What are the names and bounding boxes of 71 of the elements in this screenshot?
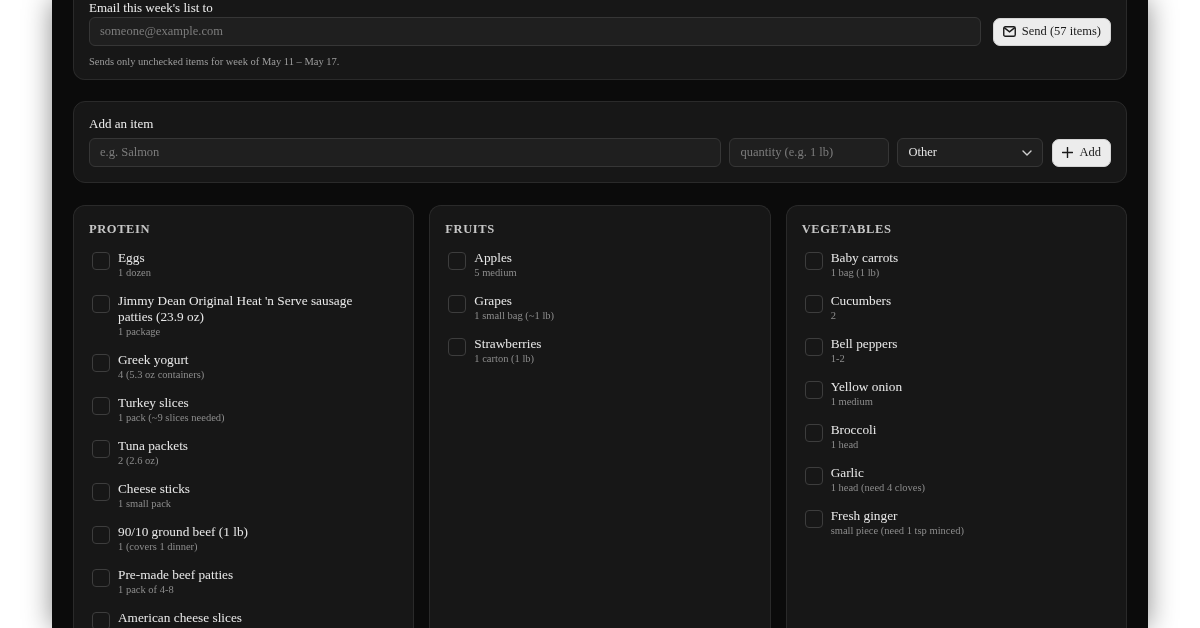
category-title: VEGETABLES	[801, 222, 892, 237]
checkbox[interactable]	[92, 295, 110, 313]
category-title: FRUITS	[445, 222, 495, 237]
checkbox[interactable]	[804, 338, 823, 356]
item-quantity: 1 medium	[830, 395, 873, 408]
checkbox[interactable]	[92, 612, 110, 628]
checkbox[interactable]	[92, 397, 110, 415]
envelope-icon	[1002, 26, 1016, 37]
item-name: Bell peppers	[830, 336, 898, 352]
checkbox[interactable]	[448, 252, 467, 270]
item-quantity: 1 bag (1 lb)	[830, 266, 880, 279]
item-name-field[interactable]: e.g. Salmon	[89, 138, 722, 167]
item-name: Jimmy Dean Original Heat 'n Serve sausage patties (23.9 oz)	[118, 293, 354, 325]
item-name: Tuna packets	[118, 438, 189, 454]
checkbox[interactable]	[92, 252, 110, 270]
item-name: Greek yogurt	[118, 352, 189, 368]
item-quantity: 1 pack (~9 slices needed)	[118, 411, 225, 424]
email-field[interactable]: someone@example.com	[89, 17, 981, 46]
email-label: Email this week's list to	[89, 0, 213, 16]
item-quantity: 1 dozen	[118, 266, 151, 279]
item-name: Turkey slices	[118, 395, 189, 411]
item-name: Cucumbers	[830, 293, 892, 309]
add-button[interactable]: Add	[1052, 138, 1111, 167]
add-item-label: Add an item	[89, 116, 154, 132]
item-quantity: 5 medium	[474, 266, 517, 279]
checkbox[interactable]	[804, 510, 823, 528]
checkbox[interactable]	[92, 569, 110, 587]
checkbox[interactable]	[804, 467, 823, 485]
checkbox[interactable]	[448, 338, 467, 356]
checkbox[interactable]	[448, 295, 467, 313]
hint-text: Sends only unchecked items for week of May 11 – May 17.	[89, 55, 340, 68]
checkbox[interactable]	[804, 424, 823, 442]
item-name: Apples	[474, 250, 512, 266]
item-quantity: 1 pack of 4-8	[118, 583, 174, 596]
item-name: Pre-made beef patties	[118, 567, 234, 583]
item-name: Garlic	[830, 465, 864, 481]
item-name: Eggs	[118, 250, 145, 266]
item-quantity: 1 small bag (~1 lb)	[474, 309, 555, 322]
item-name: Broccoli	[830, 422, 877, 438]
item-name: Strawberries	[474, 336, 542, 352]
checkbox[interactable]	[804, 252, 823, 270]
item-quantity: 1 head	[830, 438, 859, 451]
item-quantity: 2 (2.6 oz)	[118, 454, 159, 467]
item-name: Cheese sticks	[118, 481, 190, 497]
plus-icon	[1062, 147, 1074, 158]
item-quantity: 4 (5.3 oz containers)	[118, 368, 205, 381]
item-name: Baby carrots	[830, 250, 899, 266]
item-quantity: 1 carton (1 lb)	[474, 352, 535, 365]
send-button[interactable]: Send (57 items)	[992, 17, 1111, 46]
checkbox[interactable]	[92, 526, 110, 544]
checkbox[interactable]	[92, 440, 110, 458]
item-name: Grapes	[474, 293, 512, 309]
item-quantity: 1 small pack	[118, 497, 172, 510]
item-quantity: 1 head (need 4 cloves)	[830, 481, 926, 494]
item-name: Fresh ginger	[830, 508, 898, 524]
checkbox[interactable]	[92, 354, 110, 372]
item-quantity: 1 (covers 1 dinner)	[118, 540, 198, 553]
quantity-field[interactable]: quantity (e.g. 1 lb)	[729, 138, 890, 167]
checkbox[interactable]	[804, 295, 823, 313]
item-quantity: 2	[830, 309, 836, 322]
category-title: PROTEIN	[89, 222, 151, 237]
item-quantity: 1 package	[118, 325, 161, 338]
item-name: Yellow onion	[830, 379, 903, 395]
item-quantity: 1-2	[830, 352, 845, 365]
checkbox[interactable]	[804, 381, 823, 399]
item-quantity: small piece (need 1 tsp minced)	[830, 524, 964, 537]
item-name: 90/10 ground beef (1 lb)	[118, 524, 248, 540]
item-name: American cheese slices	[118, 610, 243, 626]
category-select[interactable]: Other	[897, 138, 1044, 167]
chevron-down-icon	[1022, 149, 1033, 156]
checkbox[interactable]	[92, 483, 110, 501]
